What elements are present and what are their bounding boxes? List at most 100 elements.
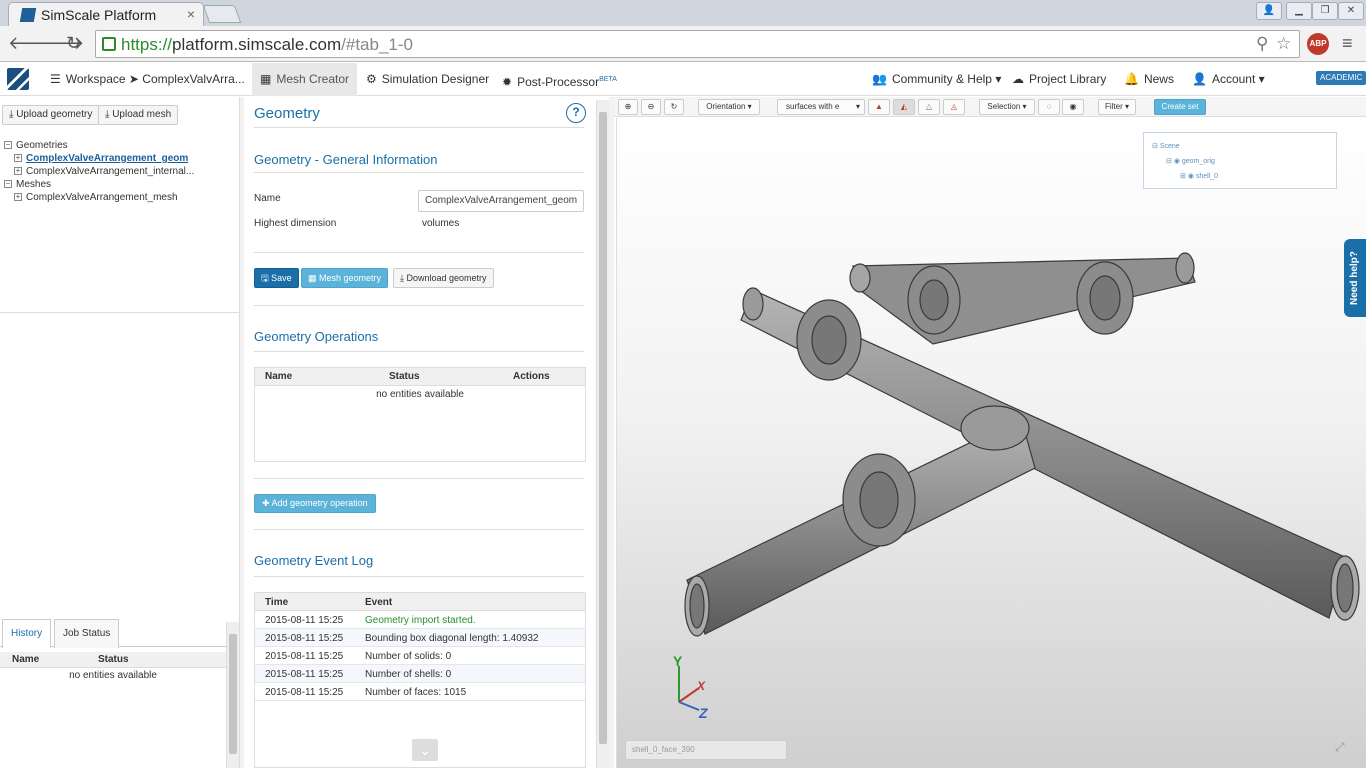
restore-icon[interactable]: ❐ [1312,2,1338,20]
highest-dimension-label: Highest dimension [254,218,337,229]
new-tab-button[interactable] [202,5,242,23]
cloud-download-icon: ☁ [1012,72,1024,86]
save-button[interactable]: 🖫 Save [254,268,299,288]
right-splitter[interactable] [609,97,614,768]
orientation-dropdown[interactable]: Orientation ▾ [698,99,760,115]
expand-icon: + [14,153,22,163]
need-help-button[interactable]: Need help? [1344,239,1366,317]
upload-geometry-button[interactable]: ⤓ Upload geometry [2,105,100,125]
left-scrollbar[interactable] [226,622,239,768]
page-title: Geometry [254,105,320,122]
bookmark-star-icon[interactable]: ☆ [1276,34,1291,54]
help-icon[interactable]: ? [566,103,586,123]
scene-node[interactable]: ⊟ Scene [1152,142,1180,150]
users-icon: 👥 [872,72,887,86]
tree-node-geometries[interactable]: − Geometries [4,139,194,152]
axis-z-label: Z [698,705,708,721]
3d-viewport[interactable]: ⊟ Scene ⊟ ◉ geom_orig ⊞ ◉ shell_0 Y X Z … [616,118,1366,768]
render-wire-icon[interactable]: △ [918,99,940,115]
tree-node-geom[interactable]: + ComplexValveArrangement_geom [4,152,194,165]
axis-y-label: Y [673,653,683,669]
render-mode-select[interactable]: surfaces with e ▾ [777,99,865,115]
upload-mesh-button[interactable]: ⤓ Upload mesh [98,105,179,125]
scene-tree: ⊟ Scene ⊟ ◉ geom_orig ⊞ ◉ shell_0 [1143,132,1337,189]
middle-scrollbar[interactable] [596,100,609,768]
browser-tabbar: SimScale Platform × 👤 ▁ ❐ ✕ [0,0,1366,26]
pipe-model[interactable] [617,118,1366,768]
jobs-table-header: Name Status [0,652,226,668]
tree-node-geom-internal[interactable]: + ComplexValveArrangement_internal... [4,165,194,178]
mesh-geometry-button[interactable]: ▦ Mesh geometry [301,268,389,288]
eye-icon[interactable]: ◉ [1062,99,1084,115]
nav-simulation-designer[interactable]: ⚙ Simulation Designer [358,63,497,96]
zoom-icon[interactable]: ⚲ [1256,34,1268,54]
render-surface-icon[interactable]: ◭ [893,99,915,115]
project-tree: − Geometries + ComplexValveArrangement_geo… [4,139,194,204]
bell-icon: 🔔 [1124,72,1139,86]
collapse-icon: − [4,140,12,150]
scene-node-geom[interactable]: ⊟ ◉ geom_orig [1166,157,1215,165]
panel-divider [0,312,240,313]
tree-node-meshes[interactable]: − Meshes [4,178,194,191]
nav-post-processor[interactable]: ✹ Post-ProcessorBETA [494,63,625,96]
address-bar[interactable]: https://platform.simscale.com/#tab_1-0 ⚲… [95,30,1300,58]
cog-icon: ✹ [502,75,513,89]
user-icon: 👤 [1192,72,1207,86]
table-row: 2015-08-11 15:25 Number of solids: 0 [255,647,585,665]
chevron-down-icon[interactable]: ⌄ [412,739,438,761]
gears-icon: ⚙ [366,72,377,86]
beta-badge: BETA [599,76,617,83]
browser-tab[interactable]: SimScale Platform × [8,2,204,26]
hide-icon[interactable]: ◌ [1038,99,1060,115]
operations-title: Geometry Operations [254,329,379,344]
minimize-icon[interactable]: ▁ [1286,2,1312,20]
zoom-in-icon[interactable]: ⊕ [618,99,638,115]
geometry-panel: Geometry ? Geometry - General Informatio… [244,97,596,768]
reset-view-icon[interactable]: ↻ [664,99,684,115]
tab-history[interactable]: History [2,619,52,648]
user-profile-icon[interactable]: 👤 [1256,2,1282,20]
zoom-out-icon[interactable]: ⊖ [641,99,661,115]
browser-toolbar: 🡐 🡒 ↻ https://platform.simscale.com/#tab… [0,26,1366,62]
add-geometry-operation-button[interactable]: ✚ Add geometry operation [254,494,376,513]
scene-node-shell[interactable]: ⊞ ◉ shell_0 [1180,172,1218,180]
operations-table-header: Name Status Actions [255,368,585,386]
face-readout-field[interactable]: shell_0_face_390 [625,740,787,760]
table-row: 2015-08-11 15:25 Geometry import started… [255,611,585,629]
tab-close-icon[interactable]: × [187,6,195,22]
nav-project-library[interactable]: ☁ Project Library [1004,63,1114,96]
window-close-icon[interactable]: ✕ [1338,2,1364,20]
geometry-name-input[interactable]: ComplexValveArrangement_geom [418,190,584,212]
nav-account[interactable]: 👤 Account ▾ [1184,63,1273,96]
filter-dropdown[interactable]: Filter ▾ [1098,99,1136,115]
list-icon: ☰ [50,72,61,86]
left-panel: ⤓ Upload geometry ⤓ Upload mesh − Geometr… [0,97,240,768]
nav-workspace[interactable]: ☰ Workspace ➤ ComplexValvArra... [42,63,253,96]
nav-community-help[interactable]: 👥 Community & Help ▾ [864,63,1009,96]
table-row: 2015-08-11 15:25 Number of faces: 1015 [255,683,585,701]
create-set-button[interactable]: Create set [1154,99,1206,115]
selection-dropdown[interactable]: Selection ▾ [979,99,1035,115]
collapse-icon: − [4,179,12,189]
nav-mesh-creator[interactable]: ▦ Mesh Creator [252,63,358,96]
eye-icon: ◉ [1187,173,1194,180]
tab-job-status[interactable]: Job Status [54,619,120,648]
nav-news[interactable]: 🔔 News [1116,63,1182,96]
tree-node-mesh[interactable]: + ComplexValveArrangement_mesh [4,191,194,204]
table-row: 2015-08-11 15:25 Bounding box diagonal l… [255,629,585,647]
render-solid-icon[interactable]: ▲ [868,99,890,115]
browser-menu-icon[interactable]: ≡ [1342,33,1353,54]
download-geometry-button[interactable]: ⤓ Download geometry [393,268,494,288]
bottom-tabs: History Job Status [0,619,226,648]
render-edges-icon[interactable]: ◬ [943,99,965,115]
reload-icon[interactable]: ↻ [66,33,81,54]
fullscreen-icon[interactable]: ⤢ [1335,740,1345,755]
adblock-icon[interactable]: ABP [1307,33,1329,55]
tab-title: SimScale Platform [41,7,157,23]
expand-icon: + [14,166,22,176]
simscale-logo[interactable] [7,68,29,90]
event-log-title: Geometry Event Log [254,553,374,568]
viewer-toolbar: ⊕ ⊖ ↻ Orientation ▾ surfaces with e ▾ ▲ ◭… [614,97,1366,117]
simscale-favicon-icon [19,8,37,22]
grid-icon: ▦ [260,72,272,86]
